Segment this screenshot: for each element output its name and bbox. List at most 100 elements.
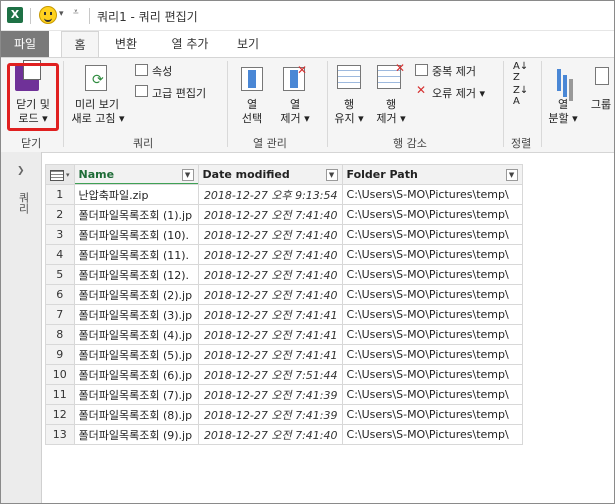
cell-date-modified[interactable]: 2018-12-27 오전 7:41:39 <box>197 384 343 405</box>
cell-folder-path[interactable]: C:\Users\S-MO\Pictures\temp\ <box>341 204 523 225</box>
cell-name[interactable]: 폴더파일목록조회 (7).jp <box>73 384 199 405</box>
filter-dropdown-icon[interactable]: ▼ <box>505 169 518 181</box>
cell-date-modified[interactable]: 2018-12-27 오전 7:41:41 <box>197 344 343 365</box>
tab-file[interactable]: 파일 <box>1 31 49 57</box>
cell-name[interactable]: 폴더파일목록조회 (12). <box>73 264 199 285</box>
tab-add-column[interactable]: 열 추가 <box>161 31 219 57</box>
cell-name[interactable]: 폴더파일목록조회 (2).jp <box>73 284 199 305</box>
remove-duplicates-button[interactable]: 중복 제거 <box>432 63 476 79</box>
cell-folder-path[interactable]: C:\Users\S-MO\Pictures\temp\ <box>341 224 523 245</box>
filter-dropdown-icon[interactable]: ▼ <box>325 169 338 181</box>
cell-date-modified[interactable]: 2018-12-27 오전 7:41:40 <box>197 224 343 245</box>
table-row[interactable]: 13 폴더파일목록조회 (9).jp 2018-12-27 오전 7:41:40 C:… <box>45 424 523 445</box>
cell-folder-path[interactable]: C:\Users\S-MO\Pictures\temp\ <box>341 424 523 445</box>
table-row[interactable]: 4 폴더파일목록조회 (11). 2018-12-27 오전 7:41:40 C:\U… <box>45 244 523 265</box>
cell-date-modified[interactable]: 2018-12-27 오전 7:41:41 <box>197 304 343 325</box>
row-number[interactable]: 7 <box>45 304 75 325</box>
row-number[interactable]: 6 <box>45 284 75 305</box>
cell-folder-path[interactable]: C:\Users\S-MO\Pictures\temp\ <box>341 344 523 365</box>
tab-home[interactable]: 홈 <box>61 31 99 57</box>
cell-date-modified[interactable]: 2018-12-27 오후 9:13:54 <box>197 184 343 205</box>
cell-date-modified[interactable]: 2018-12-27 오전 7:41:40 <box>197 284 343 305</box>
table-menu-button[interactable]: ▾ <box>45 164 75 185</box>
table-row[interactable]: 12 폴더파일목록조회 (8).jp 2018-12-27 오전 7:41:39 C:… <box>45 404 523 425</box>
smiley-icon[interactable] <box>39 6 57 24</box>
cell-date-modified[interactable]: 2018-12-27 오전 7:41:40 <box>197 264 343 285</box>
row-number[interactable]: 1 <box>45 184 75 205</box>
cell-folder-path[interactable]: C:\Users\S-MO\Pictures\temp\ <box>341 244 523 265</box>
row-number[interactable]: 11 <box>45 384 75 405</box>
table-row[interactable]: 1 난압축파일.zip 2018-12-27 오후 9:13:54 C:\Users\… <box>45 184 523 205</box>
column-header-folder-path[interactable]: Folder Path ▼ <box>341 164 523 185</box>
row-number[interactable]: 12 <box>45 404 75 425</box>
row-number[interactable]: 4 <box>45 244 75 265</box>
row-number[interactable]: 9 <box>45 344 75 365</box>
cell-name[interactable]: 폴더파일목록조회 (9).jp <box>73 424 199 445</box>
cell-folder-path[interactable]: C:\Users\S-MO\Pictures\temp\ <box>341 304 523 325</box>
table-row[interactable]: 6 폴더파일목록조회 (2).jp 2018-12-27 오전 7:41:40 C:\… <box>45 284 523 305</box>
table-row[interactable]: 5 폴더파일목록조회 (12). 2018-12-27 오전 7:41:40 C:\U… <box>45 264 523 285</box>
cell-name[interactable]: 폴더파일목록조회 (5).jp <box>73 344 199 365</box>
refresh-preview-label-2[interactable]: 새로 고침 ▾ <box>65 112 131 126</box>
cell-date-modified[interactable]: 2018-12-27 오전 7:41:40 <box>197 204 343 225</box>
table-row[interactable]: 11 폴더파일목록조회 (7).jp 2018-12-27 오전 7:41:39 C:… <box>45 384 523 405</box>
tab-view[interactable]: 보기 <box>229 31 267 57</box>
cell-name[interactable]: 폴더파일목록조회 (11). <box>73 244 199 265</box>
column-header-date-modified[interactable]: Date modified ▼ <box>197 164 343 185</box>
table-row[interactable]: 8 폴더파일목록조회 (4).jp 2018-12-27 오전 7:41:41 C:\… <box>45 324 523 345</box>
cell-folder-path[interactable]: C:\Users\S-MO\Pictures\temp\ <box>341 324 523 345</box>
tab-transform[interactable]: 변환 <box>105 31 147 57</box>
cell-folder-path[interactable]: C:\Users\S-MO\Pictures\temp\ <box>341 184 523 205</box>
group-by-label[interactable]: 그룹 <box>589 98 613 112</box>
choose-columns-label-2[interactable]: 선택 <box>233 112 271 126</box>
cell-name[interactable]: 폴더파일목록조회 (6).jp <box>73 364 199 385</box>
expand-arrow-icon[interactable]: ❯ <box>17 166 25 176</box>
column-header-name[interactable]: Name ▼ <box>73 164 199 185</box>
keep-rows-label-2[interactable]: 유지 ▾ <box>327 112 371 126</box>
cell-name[interactable]: 폴더파일목록조회 (8).jp <box>73 404 199 425</box>
remove-columns-label-1[interactable]: 열 <box>275 98 315 112</box>
remove-columns-label-2[interactable]: 제거 ▾ <box>273 112 317 126</box>
table-row[interactable]: 10 폴더파일목록조회 (6).jp 2018-12-27 오전 7:51:44 C:… <box>45 364 523 385</box>
table-row[interactable]: 9 폴더파일목록조회 (5).jp 2018-12-27 오전 7:41:41 C:\… <box>45 344 523 365</box>
row-number[interactable]: 8 <box>45 324 75 345</box>
cell-name[interactable]: 폴더파일목록조회 (4).jp <box>73 324 199 345</box>
split-column-label-2[interactable]: 분할 ▾ <box>541 112 585 126</box>
row-number[interactable]: 3 <box>45 224 75 245</box>
cell-folder-path[interactable]: C:\Users\S-MO\Pictures\temp\ <box>341 284 523 305</box>
cell-name[interactable]: 폴더파일목록조회 (10). <box>73 224 199 245</box>
sort-descending-icon[interactable]: Z↓ A <box>513 85 528 107</box>
cell-name[interactable]: 폴더파일목록조회 (1).jp <box>73 204 199 225</box>
keep-rows-label-1[interactable]: 행 <box>327 98 371 112</box>
split-column-label-1[interactable]: 열 <box>545 98 581 112</box>
cell-folder-path[interactable]: C:\Users\S-MO\Pictures\temp\ <box>341 384 523 405</box>
remove-rows-label-2[interactable]: 제거 ▾ <box>367 112 415 126</box>
refresh-preview-label-1[interactable]: 미리 보기 <box>69 98 125 112</box>
row-number[interactable]: 2 <box>45 204 75 225</box>
properties-button[interactable]: 속성 <box>152 63 172 79</box>
table-row[interactable]: 2 폴더파일목록조회 (1).jp 2018-12-27 오전 7:41:40 C:\… <box>45 204 523 225</box>
cell-date-modified[interactable]: 2018-12-27 오전 7:51:44 <box>197 364 343 385</box>
table-row[interactable]: 7 폴더파일목록조회 (3).jp 2018-12-27 오전 7:41:41 C:\… <box>45 304 523 325</box>
sort-ascending-icon[interactable]: A↓ Z <box>513 61 528 83</box>
cell-name[interactable]: 폴더파일목록조회 (3).jp <box>73 304 199 325</box>
choose-columns-label-1[interactable]: 열 <box>233 98 271 112</box>
cell-folder-path[interactable]: C:\Users\S-MO\Pictures\temp\ <box>341 264 523 285</box>
cell-name[interactable]: 난압축파일.zip <box>73 184 199 205</box>
cell-date-modified[interactable]: 2018-12-27 오전 7:41:40 <box>197 424 343 445</box>
cell-date-modified[interactable]: 2018-12-27 오전 7:41:40 <box>197 244 343 265</box>
row-number[interactable]: 10 <box>45 364 75 385</box>
cell-date-modified[interactable]: 2018-12-27 오전 7:41:41 <box>197 324 343 345</box>
cell-folder-path[interactable]: C:\Users\S-MO\Pictures\temp\ <box>341 364 523 385</box>
filter-dropdown-icon[interactable]: ▼ <box>181 169 194 181</box>
table-row[interactable]: 3 폴더파일목록조회 (10). 2018-12-27 오전 7:41:40 C:\U… <box>45 224 523 245</box>
remove-errors-button[interactable]: 오류 제거 ▾ <box>432 85 485 101</box>
customize-icon[interactable]: ⩡ <box>73 7 79 18</box>
row-number[interactable]: 5 <box>45 264 75 285</box>
remove-rows-label-1[interactable]: 행 <box>369 98 413 112</box>
row-number[interactable]: 13 <box>45 424 75 445</box>
cell-folder-path[interactable]: C:\Users\S-MO\Pictures\temp\ <box>341 404 523 425</box>
queries-pane-label[interactable]: 쿼리 <box>15 192 31 214</box>
chevron-down-icon[interactable]: ▾ <box>59 9 64 19</box>
cell-date-modified[interactable]: 2018-12-27 오전 7:41:39 <box>197 404 343 425</box>
